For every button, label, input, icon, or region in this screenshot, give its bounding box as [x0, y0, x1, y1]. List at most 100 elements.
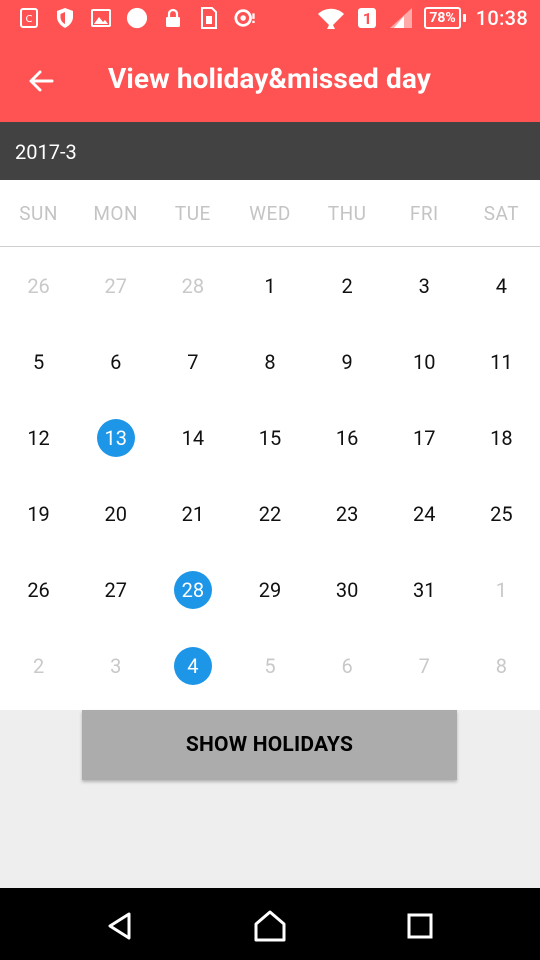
day-number: 3	[418, 274, 430, 298]
day-number: 30	[335, 578, 359, 602]
sim-badge-icon: 1	[356, 7, 378, 29]
signal-icon	[388, 7, 414, 29]
day-number: 23	[335, 502, 359, 526]
calendar-day[interactable]: 31	[386, 552, 463, 628]
calendar-day[interactable]: 29	[231, 552, 308, 628]
weekday-sat: SAT	[483, 201, 520, 225]
calendar-day[interactable]: 27	[77, 552, 154, 628]
day-number: 5	[32, 350, 45, 374]
calendar-day[interactable]: 6	[309, 628, 386, 704]
day-number: 1	[495, 578, 508, 602]
calendar-day[interactable]: 28	[154, 248, 231, 324]
day-number: 27	[104, 578, 127, 602]
calendar-day[interactable]: 3	[386, 248, 463, 324]
calendar-week-row: 12 13 14 15 16 17 18	[0, 400, 540, 476]
calendar-day[interactable]: 2	[309, 248, 386, 324]
calendar-day[interactable]: 17	[386, 400, 463, 476]
app-bar: View holiday&missed day	[0, 38, 540, 122]
sim-card-icon	[198, 7, 220, 29]
day-number: 6	[341, 654, 353, 678]
calendar-day-marked[interactable]: 13	[77, 400, 154, 476]
calendar-day[interactable]: 11	[463, 324, 540, 400]
month-label: 2017-3	[15, 140, 77, 164]
weekday-mon: MON	[93, 201, 139, 225]
calendar-day[interactable]: 4	[463, 248, 540, 324]
calendar-day[interactable]: 10	[386, 324, 463, 400]
calendar-day[interactable]: 1	[463, 552, 540, 628]
weekday-wed: WED	[249, 201, 291, 225]
day-number: 2	[32, 654, 45, 678]
calendar-day[interactable]: 24	[386, 476, 463, 552]
svg-text:C: C	[26, 14, 33, 25]
calendar-day[interactable]: 21	[154, 476, 231, 552]
calendar-day[interactable]: 30	[309, 552, 386, 628]
lock-icon	[162, 7, 184, 29]
calendar-day[interactable]: 20	[77, 476, 154, 552]
calendar-day[interactable]: 16	[309, 400, 386, 476]
day-number: 27	[104, 274, 127, 298]
day-number: 4	[495, 274, 508, 298]
calendar-week-row: 5 6 7 8 9 10 11	[0, 324, 540, 400]
back-triangle-icon	[108, 912, 131, 940]
calendar-day[interactable]: 12	[0, 400, 77, 476]
day-number: 29	[258, 578, 282, 602]
day-number: 28	[173, 571, 212, 609]
nav-home-button[interactable]	[250, 906, 290, 946]
calendar-day[interactable]: 2	[0, 628, 77, 704]
calendar-day[interactable]: 8	[463, 628, 540, 704]
day-number: 12	[27, 426, 50, 450]
calendar-day[interactable]: 15	[231, 400, 308, 476]
calendar-day-marked[interactable]: 28	[154, 552, 231, 628]
weekday-sun: SUN	[19, 201, 58, 225]
image-icon	[90, 7, 112, 29]
calendar-day[interactable]: 7	[154, 324, 231, 400]
month-header: 2017-3	[0, 122, 540, 180]
calendar-week-row: 19 20 21 22 23 24 25	[0, 476, 540, 552]
shield-icon	[54, 7, 76, 29]
weekday-fri: FRI	[409, 201, 439, 225]
calendar-day[interactable]: 6	[77, 324, 154, 400]
circle-icon	[126, 7, 148, 29]
calendar-day[interactable]: 22	[231, 476, 308, 552]
weekday-header: SUN MON TUE WED THU FRI SAT	[0, 180, 540, 247]
nav-back-button[interactable]	[100, 906, 140, 946]
calendar-day[interactable]: 7	[386, 628, 463, 704]
day-number: 19	[27, 502, 50, 526]
nav-recents-button[interactable]	[400, 906, 440, 946]
day-number: 5	[264, 654, 276, 678]
day-number: 15	[258, 426, 282, 450]
recents-square-icon	[407, 913, 433, 939]
calendar-day[interactable]: 26	[0, 552, 77, 628]
calendar-day[interactable]: 5	[231, 628, 308, 704]
show-holidays-button[interactable]: SHOW HOLIDAYS	[82, 710, 457, 780]
calendar-day[interactable]: 14	[154, 400, 231, 476]
day-number: 13	[96, 419, 135, 457]
back-button[interactable]	[18, 58, 64, 104]
day-number: 17	[413, 426, 436, 450]
day-number: 14	[181, 426, 205, 450]
calendar-day[interactable]: 18	[463, 400, 540, 476]
calendar-day[interactable]: 26	[0, 248, 77, 324]
status-system-icons: 1 78% 10:38	[316, 6, 528, 30]
calendar-day[interactable]: 5	[0, 324, 77, 400]
calendar-day[interactable]: 8	[231, 324, 308, 400]
page-title: View holiday&missed day	[108, 62, 431, 95]
day-number: 4	[173, 647, 212, 685]
calendar-week-row: 26 27 28 29 30 31 1	[0, 552, 540, 628]
arrow-left-icon	[29, 70, 54, 92]
calendar-day[interactable]: 23	[309, 476, 386, 552]
day-number: 18	[490, 426, 513, 450]
calendar-day[interactable]: 9	[309, 324, 386, 400]
calendar-day-marked[interactable]: 4	[154, 628, 231, 704]
calendar-week-row: 26 27 28 1 2 3 4	[0, 248, 540, 324]
clock: 10:38	[475, 6, 528, 30]
calendar-day[interactable]: 27	[77, 248, 154, 324]
calendar-day[interactable]: 3	[77, 628, 154, 704]
day-number: 2	[341, 274, 353, 298]
calendar-day[interactable]: 1	[231, 248, 308, 324]
battery-percent: 78%	[424, 7, 461, 29]
calendar-day[interactable]: 25	[463, 476, 540, 552]
calendar-day[interactable]: 19	[0, 476, 77, 552]
calendar-grid: 26 27 28 1 2 3 4 5 6 7 8 9 10 11 12 13 14 15 16 17 18 19 20 21 2…	[0, 248, 540, 704]
home-icon	[254, 910, 286, 942]
